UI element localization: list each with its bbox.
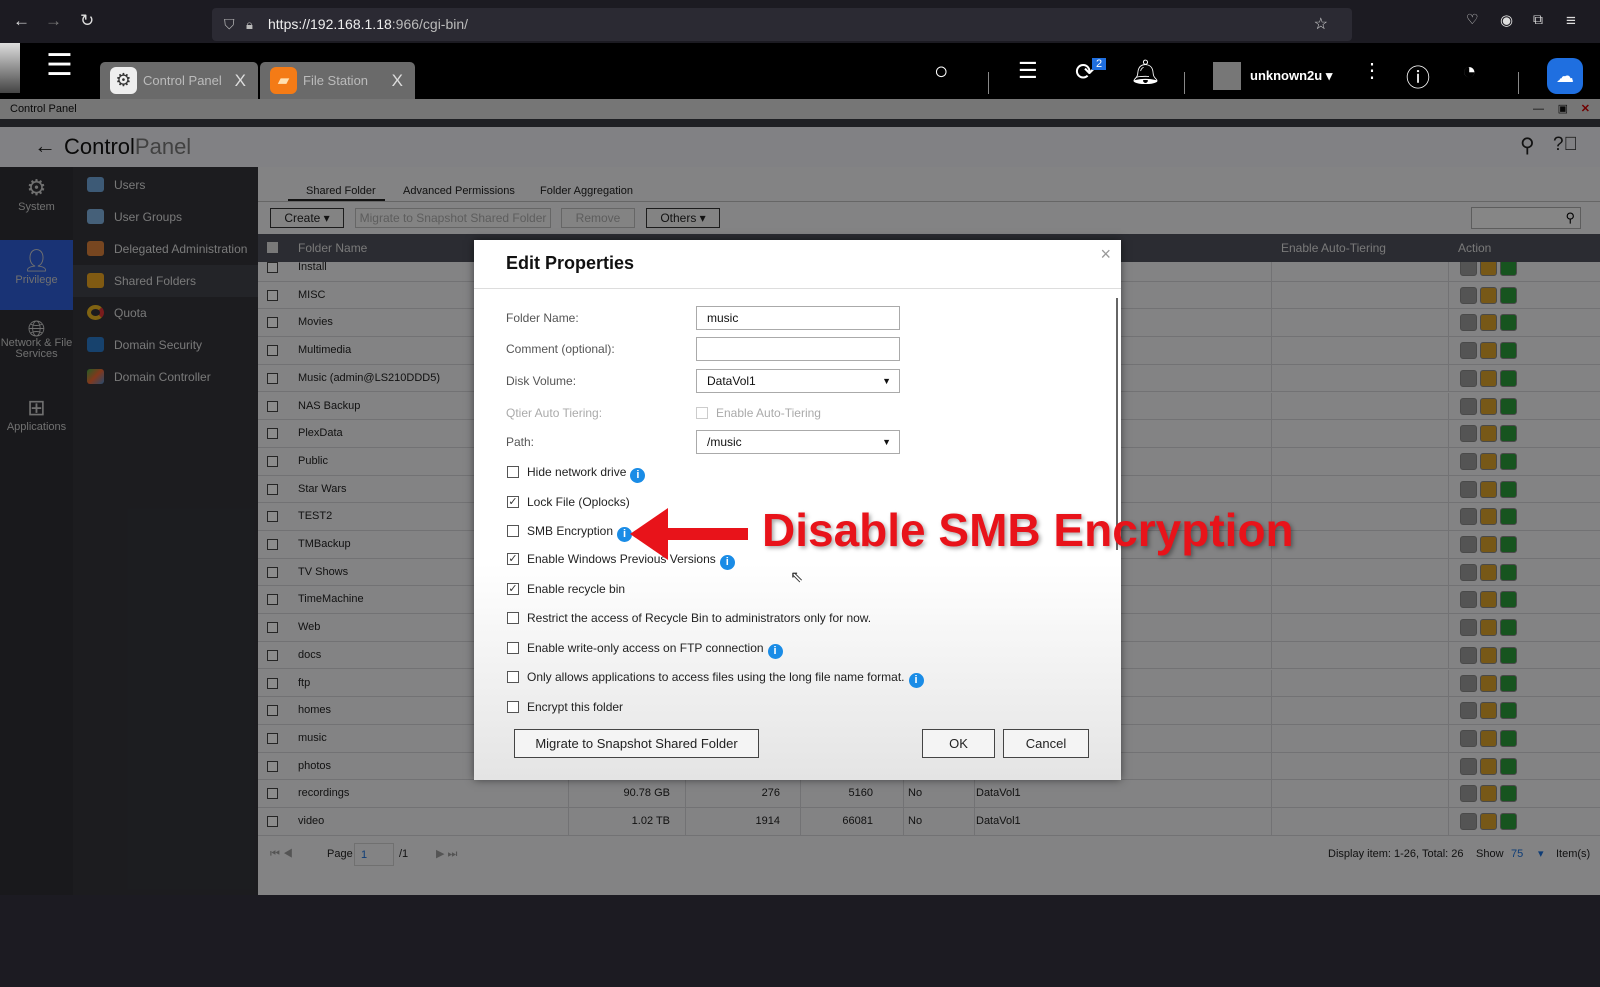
disk-volume-value: DataVol1 (707, 374, 756, 388)
divider (988, 72, 989, 94)
back-icon[interactable]: ← (13, 11, 30, 31)
tab-label: File Station (303, 73, 369, 88)
option-label: Hide network drive (527, 465, 627, 479)
checkbox[interactable]: ✓ (507, 496, 519, 508)
comment-input[interactable] (696, 337, 900, 361)
bell-icon[interactable]: 🔔︎ (1130, 58, 1160, 87)
option-label: Only allows applications to access files… (527, 670, 905, 684)
checkbox[interactable] (507, 466, 519, 478)
checkbox-label: Enable Auto-Tiering (716, 406, 821, 420)
chevron-down-icon: ▼ (882, 437, 891, 447)
option-label: Restrict the access of Recycle Bin to ad… (527, 611, 872, 625)
close-tab-icon[interactable]: X (392, 62, 403, 99)
task-list-icon[interactable]: ☰ (1018, 58, 1038, 84)
tab-control-panel[interactable]: ⚙ Control Panel X (100, 62, 258, 99)
account-icon[interactable]: ◉ (1500, 11, 1513, 29)
option-label: SMB Encryption (527, 524, 614, 538)
url-path: :966/cgi-bin/ (391, 16, 469, 32)
info-icon[interactable]: i (630, 468, 646, 483)
menu-icon[interactable]: ≡ (1566, 11, 1576, 31)
browser-toolbar: ← → ↻ ⛉ 🔒︎ https://192.168.1.18:966/cgi-… (0, 0, 1600, 43)
username[interactable]: unknown2u ▾ (1250, 68, 1332, 84)
info-icon[interactable]: i (767, 644, 783, 659)
checkbox[interactable] (507, 701, 519, 713)
extensions-icon[interactable]: ⧉ (1533, 11, 1543, 28)
info-icon[interactable]: ⓘ (1406, 58, 1430, 93)
red-arrow-annotation (630, 508, 748, 560)
qtier-label: Qtier Auto Tiering: (506, 406, 603, 420)
option-label: Encrypt this folder (527, 700, 624, 714)
checkbox[interactable] (696, 407, 708, 419)
divider (1518, 72, 1519, 94)
divider (474, 288, 1121, 289)
checkbox[interactable] (507, 612, 519, 624)
migrate-snapshot-button[interactable]: Migrate to Snapshot Shared Folder (514, 729, 759, 758)
comment-label: Comment (optional): (506, 342, 615, 356)
mouse-cursor-icon: ⇖ (790, 569, 804, 586)
folder-name-label: Folder Name: (506, 311, 579, 325)
bookmark-star-icon[interactable]: ☆ (1314, 8, 1328, 41)
url-bar[interactable]: ⛉ 🔒︎ https://192.168.1.18:966/cgi-bin/ ☆ (212, 8, 1352, 41)
avatar[interactable] (1213, 62, 1241, 90)
checkbox[interactable] (507, 525, 519, 537)
folder-icon: ▰ (270, 67, 297, 94)
tab-file-station[interactable]: ▰ File Station X (260, 62, 415, 99)
checkbox[interactable]: ✓ (507, 583, 519, 595)
forward-icon[interactable]: → (45, 11, 62, 31)
divider (1184, 72, 1185, 94)
option-label: Lock File (Oplocks) (527, 495, 630, 509)
close-icon[interactable]: × (1100, 244, 1111, 265)
option-label: Enable recycle bin (527, 582, 626, 596)
url-host: https://192.168.1.18 (268, 16, 392, 32)
main-menu-icon[interactable]: ☰ (46, 51, 73, 81)
arrow-icon (630, 508, 748, 560)
more-options-icon[interactable]: ⋮ (1362, 58, 1382, 83)
close-tab-icon[interactable]: X (235, 62, 246, 99)
info-icon[interactable]: i (908, 673, 924, 688)
lock-icon: 🔒︎ (246, 17, 253, 32)
desktop-edge (0, 43, 20, 93)
myqnapcloud-icon[interactable]: ☁ (1547, 58, 1583, 94)
tab-label: Control Panel (143, 73, 222, 88)
option-label: Enable write-only access on FTP connecti… (527, 641, 764, 655)
chevron-down-icon: ▾ (1325, 68, 1333, 83)
folder-name-input[interactable]: music (696, 306, 900, 330)
pocket-icon[interactable]: ♡ (1466, 11, 1479, 28)
checkbox[interactable] (507, 671, 519, 683)
checkbox[interactable]: ✓ (507, 553, 519, 565)
resource-monitor-icon[interactable]: ◔ (1462, 58, 1477, 86)
search-icon[interactable]: ○ (934, 58, 949, 86)
path-select[interactable]: /music ▼ (696, 430, 900, 454)
reload-icon[interactable]: ↻ (80, 11, 94, 31)
task-badge: 2 (1092, 58, 1107, 70)
disk-volume-label: Disk Volume: (506, 374, 577, 388)
annotation-text: Disable SMB Encryption (762, 504, 1294, 556)
username-text: unknown2u (1250, 68, 1323, 83)
chevron-down-icon: ▼ (882, 376, 891, 386)
checkbox[interactable] (507, 642, 519, 654)
dialog-title: Edit Properties (506, 253, 635, 273)
cancel-button[interactable]: Cancel (1003, 729, 1089, 758)
disk-volume-select[interactable]: DataVol1 ▼ (696, 369, 900, 393)
path-label: Path: (506, 435, 535, 449)
ok-button[interactable]: OK (922, 729, 995, 758)
path-value: /music (707, 435, 742, 449)
gear-icon: ⚙ (110, 67, 137, 94)
shield-icon: ⛉ (224, 16, 235, 32)
